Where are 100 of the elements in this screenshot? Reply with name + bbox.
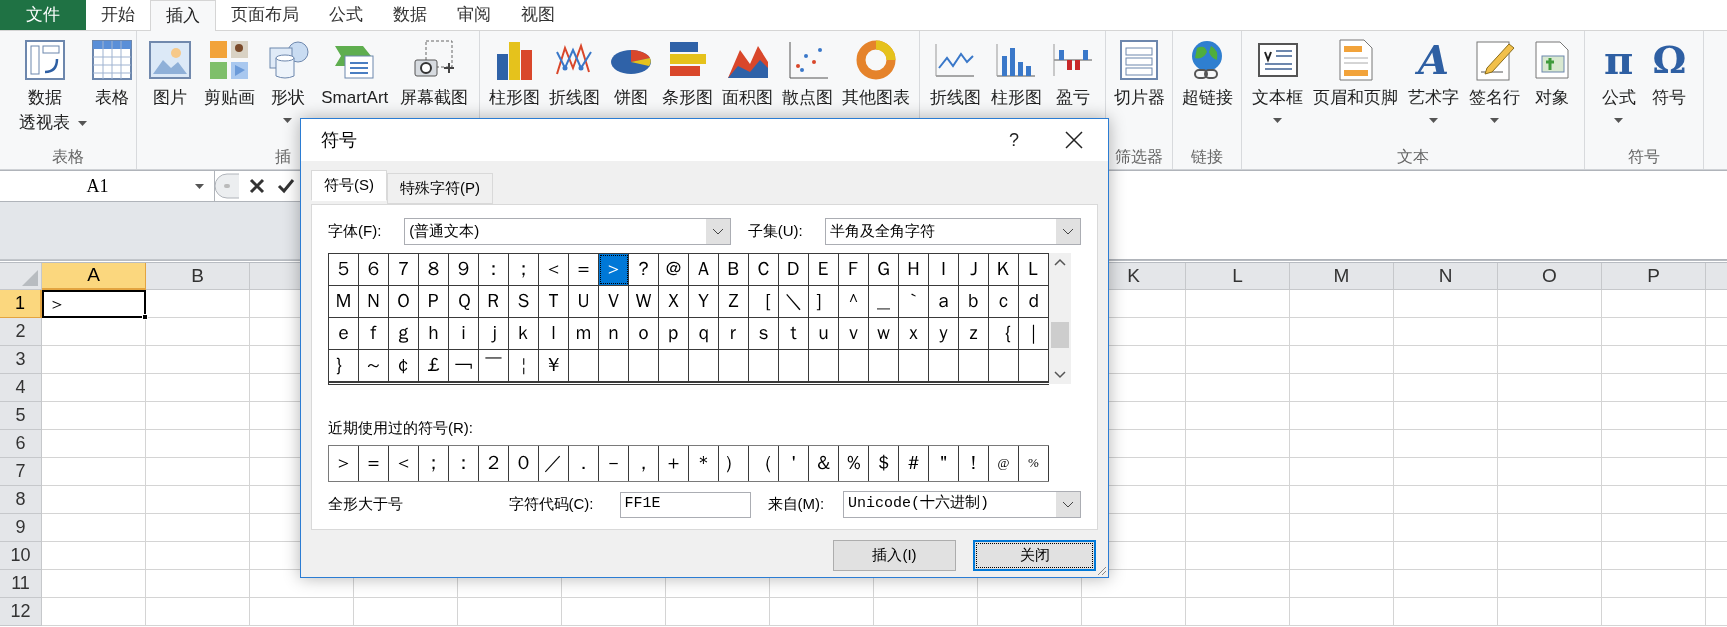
cell[interactable] <box>666 598 770 626</box>
symbol-cell[interactable]: ； <box>419 445 449 481</box>
cell[interactable] <box>1290 486 1394 514</box>
from-combobox[interactable]: Unicode(十六进制) <box>842 491 1081 518</box>
symbol-cell[interactable]: ｊ <box>479 318 509 349</box>
cell[interactable] <box>1186 542 1290 570</box>
cell[interactable] <box>42 402 146 430</box>
symbol-cell[interactable]: ８ <box>419 254 449 285</box>
row-header[interactable]: 8 <box>0 486 42 514</box>
cell[interactable] <box>1186 514 1290 542</box>
symbol-cell[interactable]: Ｕ <box>569 286 599 317</box>
symbol-cell[interactable]: ｕ <box>809 318 839 349</box>
symbol-cell[interactable]: ＜ <box>389 445 419 481</box>
symbol-cell[interactable]: ａ <box>929 286 959 317</box>
symbol-cell[interactable]: ） <box>719 445 749 481</box>
symbol-cell[interactable]: ｀ <box>899 286 929 317</box>
symbol-cell[interactable]: Ｅ <box>809 254 839 285</box>
cell[interactable] <box>1290 514 1394 542</box>
symbol-cell[interactable]: （ <box>749 445 779 481</box>
cell[interactable] <box>146 430 250 458</box>
symbol-cell[interactable]: ￠ <box>389 350 419 381</box>
symbol-cell[interactable]: ？ <box>629 254 659 285</box>
cell[interactable] <box>1498 346 1602 374</box>
cell[interactable] <box>1394 570 1498 598</box>
cell[interactable] <box>1498 598 1602 626</box>
cell[interactable]: ＞ <box>42 290 146 318</box>
symbol-cell[interactable]: Ｍ <box>329 286 359 317</box>
symbol-cell[interactable]: Ｒ <box>479 286 509 317</box>
ribbon-button[interactable]: Ω 符号 <box>1652 35 1687 110</box>
cell[interactable] <box>874 598 978 626</box>
symbol-cell[interactable]: ＃ <box>899 445 929 481</box>
cell[interactable] <box>770 598 874 626</box>
symbol-cell[interactable]: ！ <box>959 445 989 481</box>
row-header[interactable]: 1 <box>0 290 42 318</box>
ribbon-button[interactable]: 签名行 <box>1469 35 1520 123</box>
cell[interactable] <box>1394 346 1498 374</box>
cell[interactable] <box>1290 430 1394 458</box>
cell[interactable] <box>1186 346 1290 374</box>
cell[interactable] <box>42 598 146 626</box>
symbol-cell[interactable]: Ｉ <box>929 254 959 285</box>
cell[interactable] <box>1602 570 1706 598</box>
symbol-cell[interactable]: ｂ <box>959 286 989 317</box>
symbol-cell[interactable]: @ <box>989 445 1019 481</box>
cell[interactable] <box>1394 598 1498 626</box>
symbol-cell[interactable]: Ｓ <box>509 286 539 317</box>
symbol-cell[interactable]: Ｎ <box>359 286 389 317</box>
symbol-cell[interactable]: Ｇ <box>869 254 899 285</box>
row-header[interactable]: 7 <box>0 458 42 486</box>
cell[interactable] <box>146 290 250 318</box>
cell[interactable] <box>146 598 250 626</box>
help-button[interactable]: ? <box>994 124 1034 156</box>
ribbon-button[interactable]: 其他图表 <box>842 35 910 110</box>
symbol-cell[interactable]: ｘ <box>899 318 929 349</box>
symbol-cell[interactable]: ｍ <box>569 318 599 349</box>
symbol-cell[interactable]: ， <box>629 445 659 481</box>
symbol-cell[interactable]: ＾ <box>839 286 869 317</box>
row-header[interactable]: 11 <box>0 570 42 598</box>
cell[interactable] <box>42 430 146 458</box>
ribbon-button[interactable]: 文本框 <box>1252 35 1303 123</box>
column-header[interactable]: L <box>1186 263 1290 290</box>
cell[interactable] <box>1290 458 1394 486</box>
symbol-cell[interactable]: Ｚ <box>719 286 749 317</box>
symbol-cell[interactable]: ￣ <box>479 350 509 381</box>
cell[interactable] <box>1394 542 1498 570</box>
cancel-icon[interactable] <box>249 178 265 194</box>
symbol-cell[interactable]: ｆ <box>359 318 389 349</box>
symbol-cell[interactable]: Ｖ <box>599 286 629 317</box>
cell[interactable] <box>1186 458 1290 486</box>
cell[interactable] <box>1602 458 1706 486</box>
cell[interactable] <box>146 402 250 430</box>
symbol-cell[interactable]: ￤ <box>509 350 539 381</box>
ribbon-button[interactable]: 切片器 <box>1113 35 1165 110</box>
cell[interactable] <box>1394 318 1498 346</box>
cell[interactable] <box>458 598 562 626</box>
symbol-cell[interactable]: ＠ <box>659 254 689 285</box>
font-combobox[interactable]: (普通文本) <box>404 217 731 245</box>
symbol-cell[interactable]: Ｘ <box>659 286 689 317</box>
symbol-cell[interactable]: ０ <box>509 445 539 481</box>
cell[interactable] <box>1602 318 1706 346</box>
symbol-cell[interactable]: ： <box>479 254 509 285</box>
cell[interactable] <box>1394 486 1498 514</box>
symbol-cell[interactable]: ￢ <box>449 350 479 381</box>
ribbon-button[interactable]: 对象 <box>1530 35 1574 110</box>
symbol-cell[interactable]: ｖ <box>839 318 869 349</box>
symbol-cell[interactable]: ｋ <box>509 318 539 349</box>
symbol-cell[interactable]: ￡ <box>419 350 449 381</box>
cell[interactable] <box>42 318 146 346</box>
symbol-cell[interactable]: Ｄ <box>779 254 809 285</box>
symbol-cell[interactable]: Ｗ <box>629 286 659 317</box>
cell[interactable] <box>1498 374 1602 402</box>
scrollbar[interactable] <box>1049 253 1071 384</box>
row-header[interactable]: 5 <box>0 402 42 430</box>
cell[interactable] <box>146 458 250 486</box>
symbol-cell[interactable]: ｇ <box>389 318 419 349</box>
grip-handle-icon[interactable] <box>215 173 239 199</box>
cell[interactable] <box>1186 570 1290 598</box>
cell[interactable] <box>250 598 354 626</box>
symbol-cell[interactable]: ｉ <box>449 318 479 349</box>
symbol-cell[interactable]: ｎ <box>599 318 629 349</box>
column-header[interactable] <box>1706 263 1727 290</box>
